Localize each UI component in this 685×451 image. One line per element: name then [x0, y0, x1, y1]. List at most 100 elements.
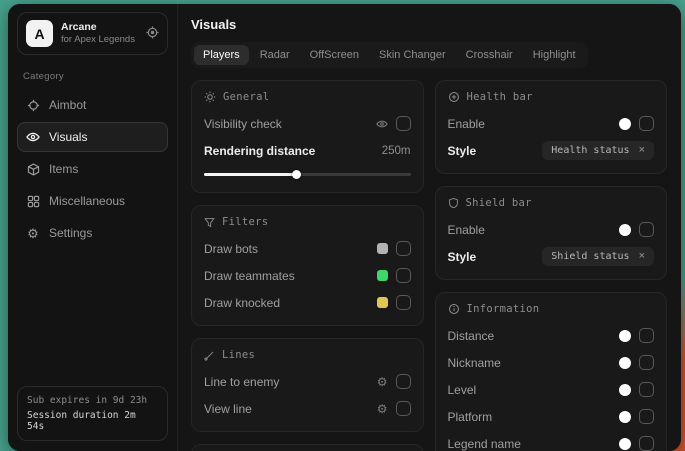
row-label: Enable — [448, 117, 485, 131]
color-swatch[interactable] — [619, 357, 631, 369]
target-icon[interactable] — [146, 26, 159, 41]
app-window: A Arcane for Apex Legends Category Aimbo… — [8, 4, 681, 451]
row-label: Draw bots — [204, 242, 258, 256]
brand-card: A Arcane for Apex Legends — [17, 12, 168, 55]
brand-subtitle: for Apex Legends — [61, 34, 138, 46]
funnel-icon — [204, 217, 215, 228]
sidebar: A Arcane for Apex Legends Category Aimbo… — [8, 4, 178, 451]
sub-expiry-text: Sub expires in 9d 23h — [27, 395, 158, 406]
page-title: Visuals — [191, 17, 667, 32]
legend-name-checkbox[interactable] — [639, 436, 654, 451]
color-swatch[interactable] — [377, 243, 388, 254]
level-checkbox[interactable] — [639, 382, 654, 397]
health-enable-row: Enable — [448, 113, 655, 134]
health-style-select[interactable]: Health status × — [542, 141, 654, 160]
row-label: View line — [204, 402, 252, 416]
left-column: General Visibility check — [191, 80, 424, 451]
row-label: Style — [448, 144, 477, 158]
category-label: Category — [23, 71, 168, 82]
color-swatch[interactable] — [619, 384, 631, 396]
sidebar-item-settings[interactable]: ⚙ Settings — [17, 218, 168, 248]
row-label: Nickname — [448, 356, 501, 370]
close-icon[interactable]: × — [639, 251, 645, 262]
health-bar-card: Health bar Enable Style Health status — [435, 80, 668, 174]
line-to-enemy-checkbox[interactable] — [396, 374, 411, 389]
color-swatch[interactable] — [377, 270, 388, 281]
draw-bots-checkbox[interactable] — [396, 241, 411, 256]
section-title: General — [223, 91, 269, 103]
tab-offscreen[interactable]: OffScreen — [301, 45, 368, 65]
sidebar-item-visuals[interactable]: Visuals — [17, 122, 168, 152]
section-title: Shield bar — [466, 197, 532, 209]
selected-style-value: Shield status — [551, 251, 629, 262]
shield-enable-row: Enable — [448, 219, 655, 240]
sidebar-item-aimbot[interactable]: Aimbot — [17, 90, 168, 120]
information-card: Information Distance Nickname — [435, 292, 668, 451]
close-icon[interactable]: × — [639, 145, 645, 156]
distance-checkbox[interactable] — [639, 328, 654, 343]
row-label: Rendering distance — [204, 144, 315, 158]
view-line-row: View line ⚙ — [204, 398, 411, 419]
brand-logo: A — [26, 20, 53, 47]
grid-icon — [26, 194, 40, 208]
session-duration-text: Session duration 2m 54s — [27, 410, 158, 432]
color-swatch[interactable] — [619, 330, 631, 342]
sidebar-item-items[interactable]: Items — [17, 154, 168, 184]
tab-highlight[interactable]: Highlight — [524, 45, 585, 65]
sidebar-item-miscellaneous[interactable]: Miscellaneous — [17, 186, 168, 216]
rendering-distance-slider[interactable] — [204, 173, 411, 176]
shield-style-select[interactable]: Shield status × — [542, 247, 654, 266]
lines-card: Lines Line to enemy ⚙ View line ⚙ — [191, 338, 424, 432]
health-icon — [448, 91, 460, 103]
tab-skin-changer[interactable]: Skin Changer — [370, 45, 455, 65]
color-swatch[interactable] — [377, 297, 388, 308]
slider-knob[interactable] — [292, 170, 301, 179]
draw-knocked-checkbox[interactable] — [396, 295, 411, 310]
draw-knocked-row: Draw knocked — [204, 292, 411, 313]
sidebar-item-label: Items — [49, 162, 78, 176]
gear-icon[interactable]: ⚙ — [377, 403, 388, 415]
row-label: Enable — [448, 223, 485, 237]
health-enable-checkbox[interactable] — [639, 116, 654, 131]
shield-style-row: Style Shield status × — [448, 246, 655, 267]
section-title: Health bar — [467, 91, 533, 103]
sidebar-item-label: Aimbot — [49, 98, 86, 112]
tab-crosshair[interactable]: Crosshair — [457, 45, 522, 65]
legend-name-row: Legend name — [448, 433, 655, 451]
draw-teammates-row: Draw teammates — [204, 265, 411, 286]
color-swatch[interactable] — [619, 224, 631, 236]
eye-icon[interactable] — [376, 118, 388, 130]
filters-card: Filters Draw bots Draw teammates — [191, 205, 424, 326]
subscription-info-card: Sub expires in 9d 23h Session duration 2… — [17, 386, 168, 441]
shield-enable-checkbox[interactable] — [639, 222, 654, 237]
nickname-row: Nickname — [448, 352, 655, 373]
color-swatch[interactable] — [619, 118, 631, 130]
gear-icon[interactable]: ⚙ — [377, 376, 388, 388]
section-title: Filters — [222, 216, 268, 228]
nickname-checkbox[interactable] — [639, 355, 654, 370]
row-label: Platform — [448, 410, 493, 424]
shield-icon — [448, 197, 459, 209]
sidebar-item-label: Miscellaneous — [49, 194, 125, 208]
view-line-checkbox[interactable] — [396, 401, 411, 416]
color-swatch[interactable] — [619, 411, 631, 423]
slider-fill — [204, 173, 297, 176]
brand-name: Arcane — [61, 21, 138, 34]
crosshair-icon — [26, 98, 40, 112]
tab-radar[interactable]: Radar — [251, 45, 299, 65]
sun-icon — [204, 91, 216, 103]
rendering-distance-row: Rendering distance 250m — [204, 140, 411, 161]
visibility-check-row: Visibility check — [204, 113, 411, 134]
shield-bar-card: Shield bar Enable Style Shield status — [435, 186, 668, 280]
tab-players[interactable]: Players — [194, 45, 249, 65]
gear-icon: ⚙ — [26, 226, 40, 240]
line-to-enemy-row: Line to enemy ⚙ — [204, 371, 411, 392]
visibility-check-checkbox[interactable] — [396, 116, 411, 131]
platform-row: Platform — [448, 406, 655, 427]
draw-teammates-checkbox[interactable] — [396, 268, 411, 283]
color-swatch[interactable] — [619, 438, 631, 450]
level-row: Level — [448, 379, 655, 400]
platform-checkbox[interactable] — [639, 409, 654, 424]
selected-style-value: Health status — [551, 145, 629, 156]
row-label: Distance — [448, 329, 495, 343]
